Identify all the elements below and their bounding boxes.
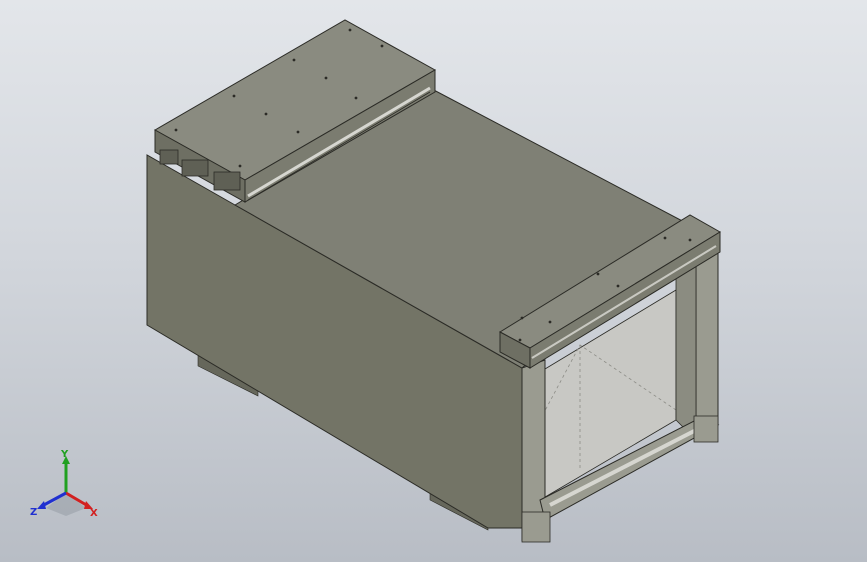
- view-triad[interactable]: Y X Z: [26, 448, 106, 528]
- triad-base: [46, 493, 86, 516]
- graphics-viewport[interactable]: Y X Z: [0, 0, 867, 562]
- tube-opening-2: [181, 159, 209, 177]
- model-view[interactable]: [0, 0, 867, 562]
- triad-x-label: X: [90, 508, 98, 519]
- frame-post-right-inner: [675, 257, 697, 441]
- corner-box-bottom-left: [521, 511, 551, 543]
- tube-opening-1: [159, 149, 179, 165]
- corner-box-bottom-right: [693, 415, 719, 443]
- triad-z-label: Z: [30, 507, 37, 518]
- frame-post-right: [695, 244, 719, 441]
- triad-y-label: Y: [60, 449, 69, 460]
- tube-opening-3: [213, 171, 241, 191]
- triad-z-arrow-icon: [37, 501, 46, 509]
